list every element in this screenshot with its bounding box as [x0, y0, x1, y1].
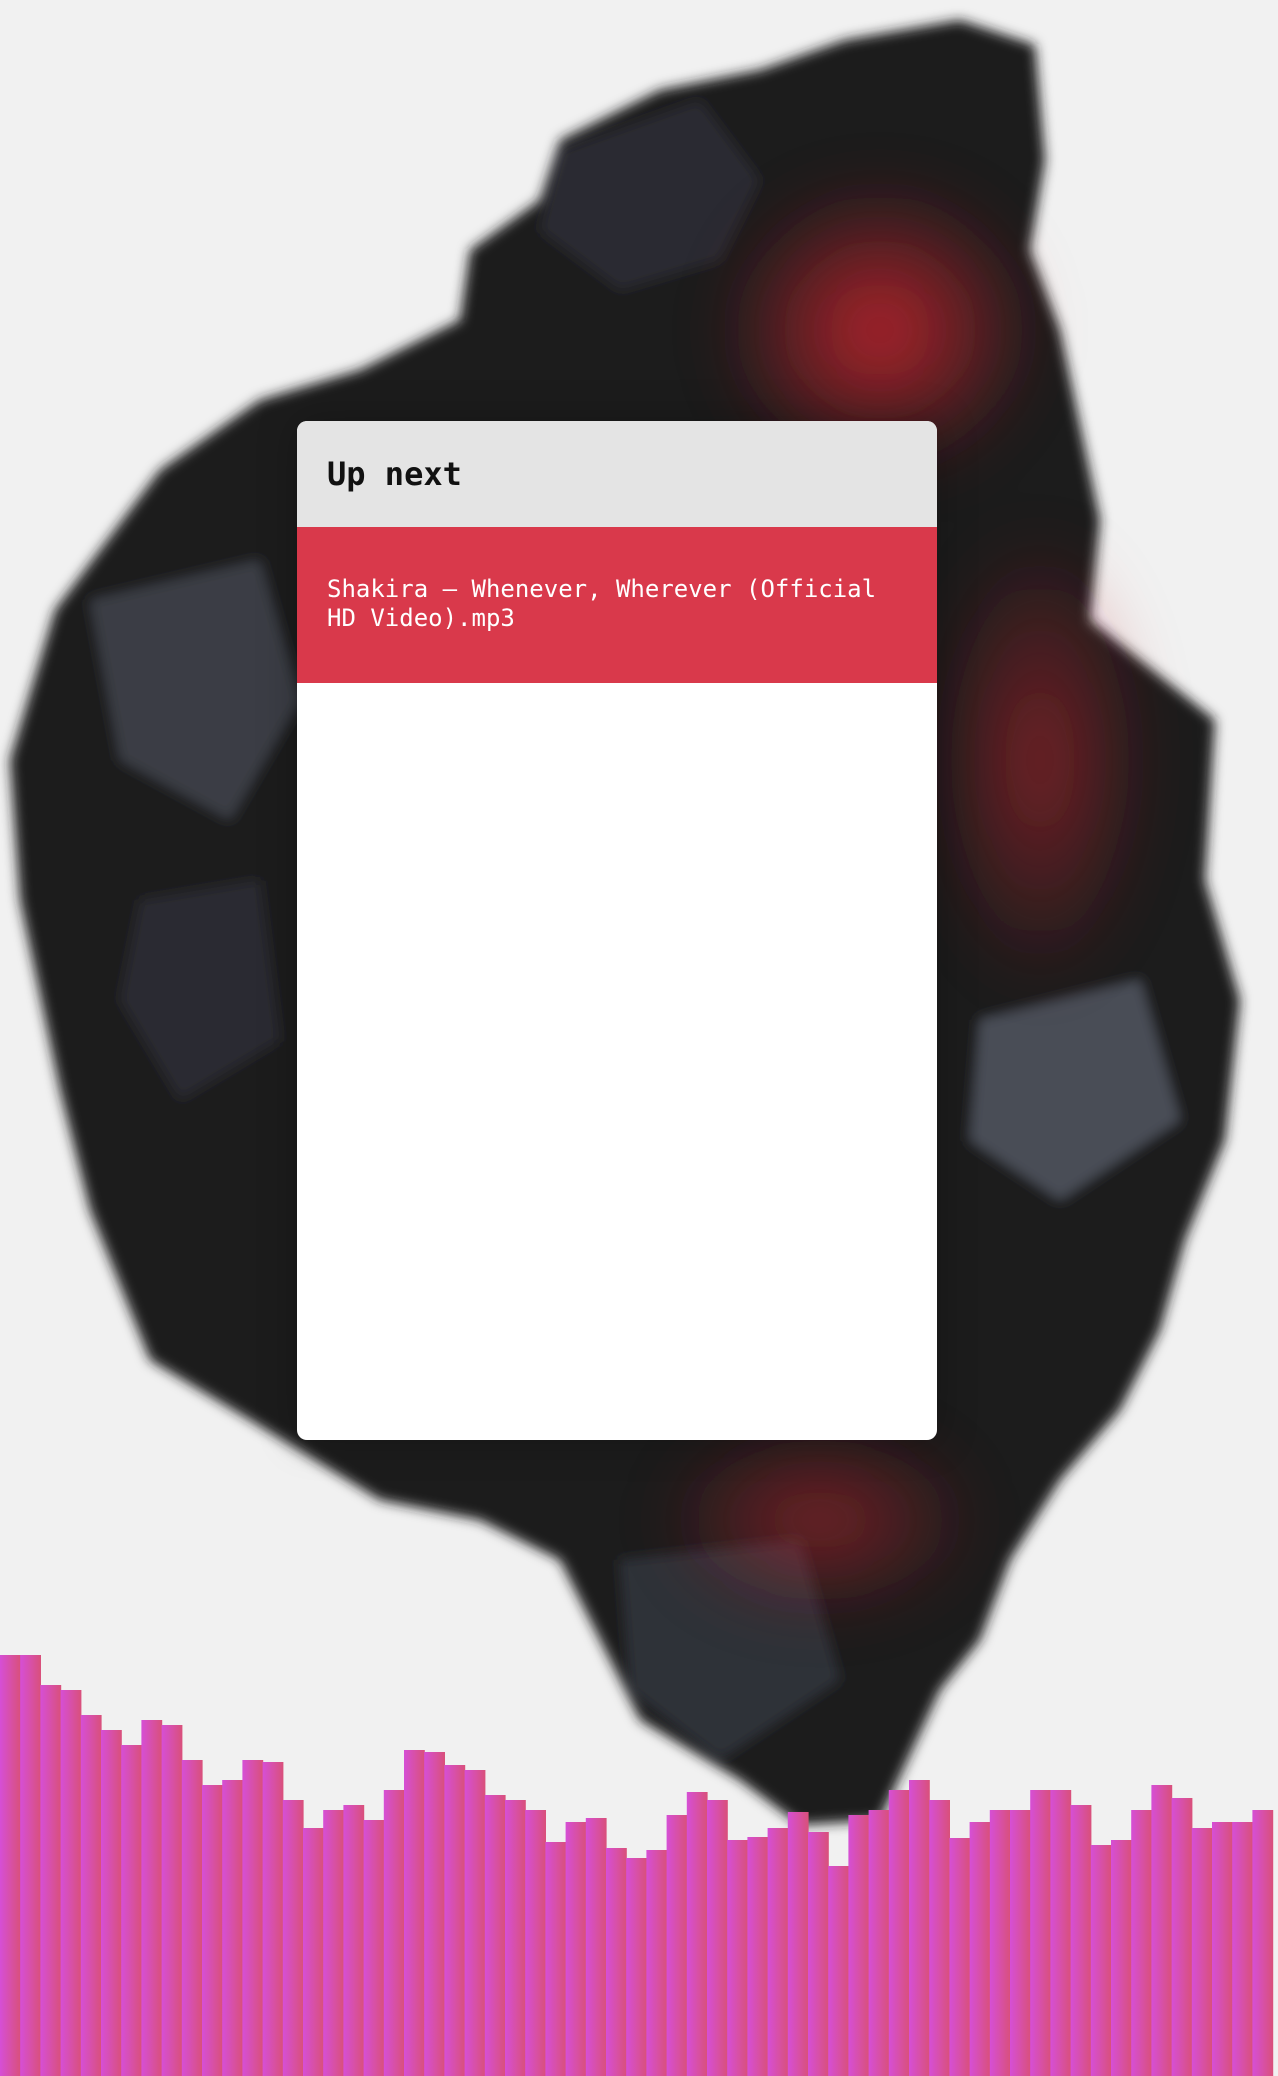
visualizer-bar — [424, 1752, 445, 2076]
visualizer-bar — [767, 1828, 789, 2076]
visualizer-bar — [1191, 1828, 1213, 2076]
visualizer-bar — [444, 1765, 466, 2076]
visualizer-bar — [1171, 1798, 1193, 2076]
visualizer-bar — [646, 1850, 668, 2076]
visualizer-bar — [383, 1790, 405, 2076]
visualizer-bar — [949, 1838, 971, 2076]
visualizer-bar — [101, 1730, 122, 2076]
visualizer-bar — [606, 1848, 627, 2076]
visualizer-bar — [363, 1820, 385, 2076]
visualizer-bar — [161, 1725, 183, 2076]
visualizer-bar — [1151, 1785, 1173, 2076]
visualizer-bar — [20, 1655, 41, 2076]
visualizer-bar — [868, 1810, 890, 2076]
visualizer-bar — [626, 1858, 647, 2076]
visualizer-bar — [888, 1790, 910, 2076]
visualizer-bar — [1050, 1790, 1072, 2076]
queue-list: Shakira – Whenever, Wherever (Official H… — [297, 527, 937, 683]
visualizer-bar — [303, 1828, 324, 2076]
visualizer-bar — [1131, 1810, 1152, 2076]
visualizer-bar — [222, 1780, 243, 2076]
visualizer-bar — [484, 1795, 506, 2076]
queue-item-active[interactable]: Shakira – Whenever, Wherever (Official H… — [297, 527, 937, 683]
visualizer-bar — [464, 1770, 486, 2076]
panel-header: Up next — [297, 421, 937, 527]
visualizer-bar — [181, 1760, 203, 2076]
visualizer-bar — [666, 1815, 688, 2076]
visualizer-bar — [121, 1745, 142, 2076]
visualizer-bar — [1232, 1822, 1253, 2076]
visualizer-bar — [60, 1690, 82, 2076]
visualizer-bar — [848, 1815, 870, 2076]
visualizer-bar — [545, 1842, 567, 2076]
visualizer-bar — [141, 1720, 163, 2076]
visualizer-bar — [1010, 1810, 1031, 2076]
visualizer-bar — [202, 1785, 223, 2076]
visualizer-bar — [1212, 1822, 1233, 2076]
visualizer-bar — [585, 1818, 607, 2076]
visualizer-bar — [323, 1810, 344, 2076]
visualizer-bar — [1090, 1845, 1112, 2076]
visualizer-bar — [787, 1812, 809, 2076]
visualizer-bar — [808, 1832, 829, 2076]
visualizer-bar — [969, 1822, 991, 2076]
visualizer-bar — [40, 1685, 62, 2076]
visualizer-bar — [909, 1780, 930, 2076]
visualizer-bar — [525, 1810, 546, 2076]
visualizer-bar — [727, 1840, 748, 2076]
visualizer-bar — [505, 1800, 526, 2076]
visualizer-bar — [343, 1805, 365, 2076]
visualizer-bar — [1111, 1840, 1132, 2076]
visualizer-bar — [747, 1837, 769, 2076]
visualizer-bar — [1252, 1810, 1274, 2076]
visualizer-bar — [282, 1800, 304, 2076]
visualizer-bar — [0, 1655, 21, 2076]
visualizer-bar — [828, 1866, 849, 2076]
visualizer-bar — [707, 1800, 728, 2076]
visualizer-bar — [1030, 1790, 1051, 2076]
panel-title: Up next — [327, 455, 462, 493]
visualizer-bar — [262, 1762, 284, 2076]
visualizer-bar — [686, 1792, 708, 2076]
visualizer-bar — [929, 1800, 950, 2076]
up-next-panel: Up next Shakira – Whenever, Wherever (Of… — [297, 421, 937, 1440]
visualizer-bar — [1070, 1805, 1092, 2076]
visualizer-bar — [565, 1822, 587, 2076]
visualizer-bar — [242, 1760, 264, 2076]
visualizer-bar — [989, 1810, 1011, 2076]
visualizer-bar — [404, 1750, 425, 2076]
visualizer-bar — [80, 1715, 102, 2076]
